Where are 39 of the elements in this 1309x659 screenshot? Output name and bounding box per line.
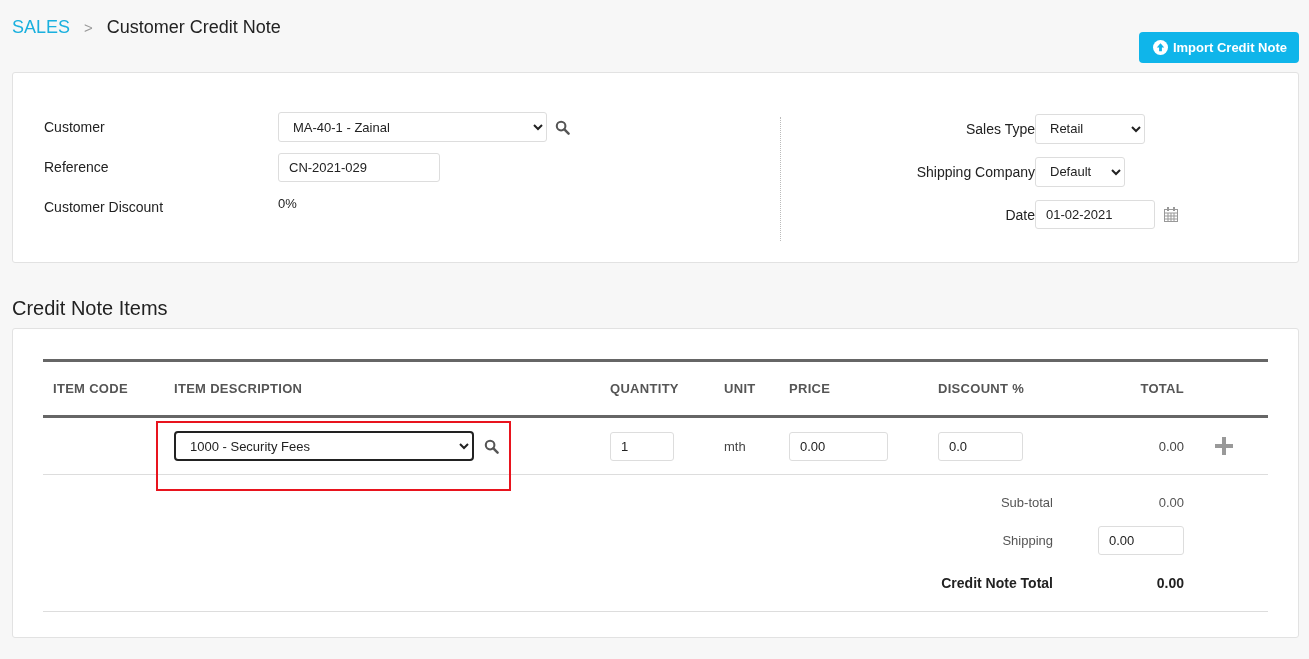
reference-field[interactable]: CN-2021-029 <box>278 152 440 182</box>
grand-total-label: Credit Note Total <box>940 575 1054 591</box>
field-label: Customer <box>44 119 106 135</box>
subtotal-label: Sub-total <box>999 494 1054 510</box>
price-field[interactable]: 0.00 <box>789 431 888 461</box>
breadcrumb-separator: > <box>84 19 93 36</box>
search-icon[interactable] <box>555 119 570 135</box>
customer-select[interactable]: MA-40-1 - Zainal <box>278 112 547 142</box>
field-label: Customer Discount <box>44 199 165 215</box>
field-label: Shipping Company <box>915 163 1035 180</box>
add-icon[interactable] <box>1214 436 1234 456</box>
column-header: DISCOUNT % <box>937 381 1026 396</box>
column-header: PRICE <box>788 381 832 396</box>
column-header: TOTAL <box>1139 381 1185 396</box>
total-cell-text: 0.00 <box>1157 438 1185 454</box>
column-header: ITEM DESCRIPTION <box>173 381 304 396</box>
discount-field[interactable]: 0.0 <box>938 431 1023 461</box>
subtotal-value: 0.00 <box>1157 494 1185 510</box>
item-select[interactable]: 1000 - Security Fees <box>174 431 474 461</box>
shipping-label: Shipping <box>1001 532 1054 548</box>
unit-cell-text: mth <box>723 438 747 454</box>
section-title: Credit Note Items <box>12 297 169 320</box>
search-icon[interactable] <box>484 438 499 454</box>
page-title: Customer Credit Note <box>106 17 281 38</box>
field-label: Reference <box>44 159 110 175</box>
dropdown[interactable]: Retail <box>1035 113 1145 144</box>
shipping-field[interactable]: 0.00 <box>1098 525 1184 555</box>
discount-value: 0% <box>278 195 297 211</box>
calendar-icon[interactable] <box>1163 206 1179 223</box>
grand-total-value: 0.00 <box>1155 575 1185 591</box>
field-label: Sales Type <box>965 120 1035 137</box>
date-field[interactable]: 01-02-2021 <box>1035 200 1155 229</box>
column-header: UNIT <box>723 381 757 396</box>
field-label: Date <box>1004 206 1035 223</box>
dropdown[interactable]: Default <box>1035 156 1125 187</box>
column-header: ITEM CODE <box>52 381 129 396</box>
column-header: QUANTITY <box>609 381 680 396</box>
upload-icon <box>1152 40 1168 55</box>
quantity-field[interactable]: 1 <box>610 431 674 461</box>
